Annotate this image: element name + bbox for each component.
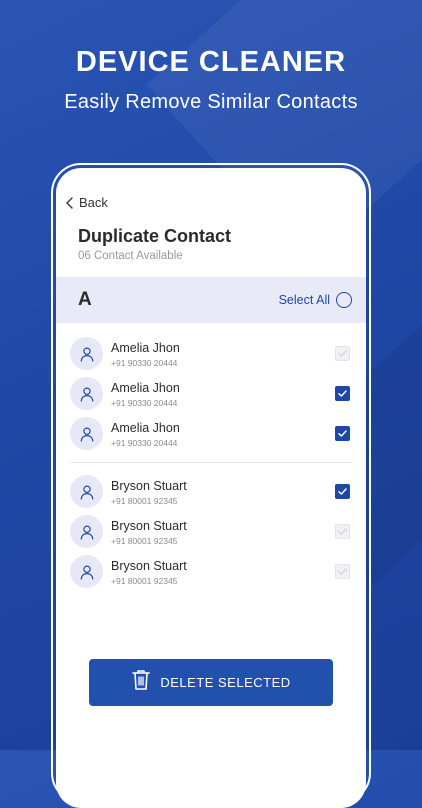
user-icon	[80, 484, 93, 500]
select-all-toggle[interactable]: Select All	[279, 292, 352, 308]
contact-checkbox[interactable]	[335, 524, 350, 539]
contact-name: Bryson Stuart	[111, 519, 187, 533]
banner-headline: DEVICE CLEANER	[75, 46, 347, 78]
contact-list-bryson: Bryson Stuart +91 80001 92345 Bryson Stuar…	[56, 472, 366, 592]
contact-checkbox[interactable]	[335, 386, 350, 401]
checkmark-icon	[338, 488, 347, 495]
delete-selected-button[interactable]: DELETE SELECTED	[89, 659, 333, 706]
avatar	[70, 475, 103, 508]
contact-phone: +91 80001 92345	[111, 536, 178, 546]
contact-phone: +91 90330 20444	[111, 358, 178, 368]
user-icon	[80, 346, 93, 362]
banner-subhead: Easily Remove Similar Contacts	[64, 91, 358, 113]
user-icon	[80, 524, 93, 540]
group-letter: A	[78, 289, 92, 310]
contact-name: Amelia Jhon	[111, 381, 180, 395]
user-icon	[80, 426, 93, 442]
contact-row[interactable]: Amelia Jhon +91 90330 20444	[56, 414, 366, 454]
page-subtitle: 06 Contact Available	[78, 250, 183, 262]
avatar	[70, 515, 103, 548]
delete-selected-label: DELETE SELECTED	[160, 675, 291, 690]
contact-phone: +91 80001 92345	[111, 496, 178, 506]
page-title: Duplicate Contact	[78, 226, 232, 246]
contact-checkbox[interactable]	[335, 426, 350, 441]
avatar	[70, 337, 103, 370]
contact-phone: +91 90330 20444	[111, 398, 178, 408]
avatar	[70, 417, 103, 450]
phone-screen: Back Duplicate Contact 06 Contact Availa…	[56, 168, 366, 808]
contact-row[interactable]: Bryson Stuart +91 80001 92345	[56, 512, 366, 552]
checkmark-icon	[338, 430, 347, 437]
contact-name: Bryson Stuart	[111, 559, 187, 573]
contact-checkbox[interactable]	[335, 484, 350, 499]
checkmark-icon	[338, 528, 347, 535]
back-button[interactable]: Back	[64, 195, 108, 210]
contact-checkbox[interactable]	[335, 564, 350, 579]
contact-row[interactable]: Bryson Stuart +91 80001 92345	[56, 552, 366, 592]
contact-row[interactable]: Amelia Jhon +91 90330 20444	[56, 374, 366, 414]
checkmark-icon	[338, 390, 347, 397]
user-icon	[80, 564, 93, 580]
divider	[70, 462, 352, 463]
avatar	[70, 555, 103, 588]
contact-checkbox[interactable]	[335, 346, 350, 361]
contact-list-amelia: Amelia Jhon +91 90330 20444 Amelia Jhon +91…	[56, 334, 366, 454]
select-all-label: Select All	[278, 293, 330, 307]
checkmark-icon	[338, 350, 347, 357]
contact-name: Amelia Jhon	[111, 421, 180, 435]
contact-row[interactable]: Bryson Stuart +91 80001 92345	[56, 472, 366, 512]
user-icon	[80, 386, 93, 402]
contact-name: Bryson Stuart	[111, 479, 187, 493]
contact-phone: +91 90330 20444	[111, 438, 178, 448]
back-label: Back	[79, 195, 108, 210]
chevron-left-icon	[64, 196, 76, 210]
group-header: A Select All	[56, 277, 366, 323]
checkmark-icon	[338, 568, 347, 575]
avatar	[70, 377, 103, 410]
trash-icon	[131, 669, 151, 696]
select-all-radio[interactable]	[336, 292, 352, 308]
contact-name: Amelia Jhon	[111, 341, 180, 355]
contact-row[interactable]: Amelia Jhon +91 90330 20444	[56, 334, 366, 374]
contact-phone: +91 80001 92345	[111, 576, 178, 586]
